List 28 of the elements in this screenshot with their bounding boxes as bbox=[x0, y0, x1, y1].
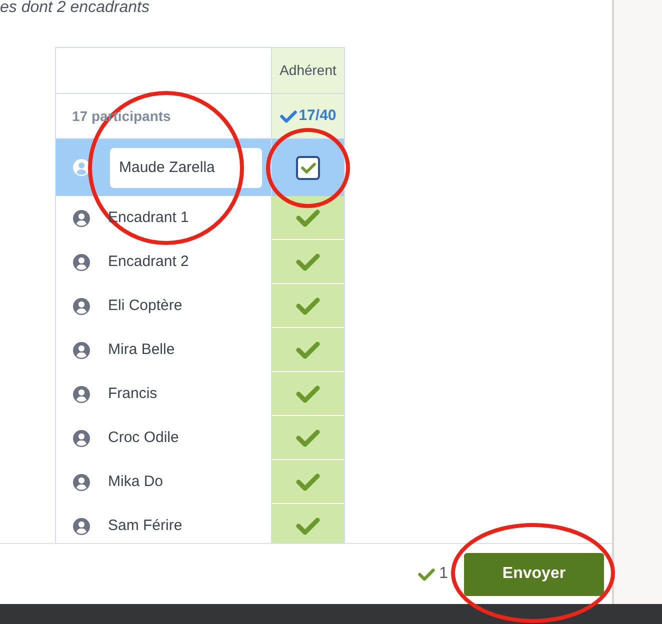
participant-name: Eli Coptère bbox=[108, 296, 182, 316]
user-icon bbox=[73, 518, 90, 534]
user-icon bbox=[73, 254, 90, 270]
participant-name: Francis bbox=[108, 384, 158, 404]
participant-name: Encadrant 2 bbox=[108, 252, 189, 272]
user-icon bbox=[73, 386, 90, 402]
user-icon bbox=[73, 298, 90, 314]
send-button[interactable]: Envoyer bbox=[464, 552, 604, 596]
name-input[interactable]: Maude Zarella bbox=[110, 148, 262, 188]
selected-count: 1 bbox=[439, 564, 448, 584]
user-icon bbox=[73, 430, 90, 446]
participant-name: Mira Belle bbox=[108, 340, 175, 360]
participant-row[interactable]: Maude Zarella bbox=[56, 139, 344, 196]
intro-text: es dont 2 encadrants bbox=[0, 0, 150, 16]
check-icon bbox=[300, 162, 316, 174]
participant-name: Sam Férire bbox=[108, 516, 182, 536]
user-icon bbox=[73, 159, 90, 176]
check-icon bbox=[280, 110, 297, 122]
check-icon bbox=[418, 568, 436, 580]
participant-name: Croc Odile bbox=[108, 428, 179, 448]
checkbox[interactable] bbox=[296, 156, 320, 180]
user-icon bbox=[73, 474, 90, 490]
user-icon bbox=[73, 210, 90, 226]
column-header: Adhérent bbox=[272, 48, 344, 93]
participant-name: Mika Do bbox=[108, 472, 164, 492]
adherent-count: 17/40 bbox=[298, 106, 336, 126]
participant-name: Encadrant 1 bbox=[108, 208, 189, 228]
user-icon bbox=[73, 342, 90, 358]
